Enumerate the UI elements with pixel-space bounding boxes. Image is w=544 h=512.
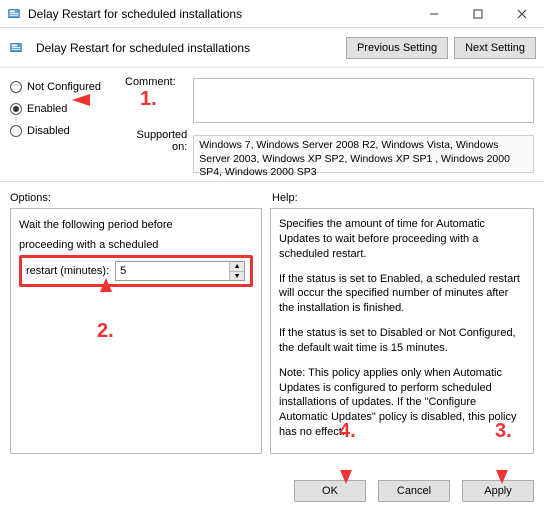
help-pane: Specifies the amount of time for Automat… — [270, 208, 534, 454]
radio-label: Disabled — [27, 125, 70, 137]
options-text: Wait the following period before — [19, 219, 253, 231]
radio-icon — [10, 103, 22, 115]
close-button[interactable] — [500, 0, 544, 27]
radio-icon — [10, 125, 22, 137]
page-title: Delay Restart for scheduled installation… — [36, 41, 340, 55]
supported-label: Supported on: — [125, 129, 193, 153]
help-pane-label: Help: — [272, 192, 534, 204]
comment-label: Comment: — [125, 76, 193, 88]
options-text: proceeding with a scheduled — [19, 239, 253, 251]
step-up-icon[interactable]: ▲ — [230, 262, 244, 271]
help-paragraph: Note: This policy applies only when Auto… — [279, 366, 525, 440]
radio-disabled[interactable]: Disabled — [10, 120, 120, 142]
radio-label: Enabled — [27, 103, 67, 115]
help-paragraph: Specifies the amount of time for Automat… — [279, 217, 525, 262]
help-paragraph: If the status is set to Enabled, a sched… — [279, 272, 525, 317]
minimize-button[interactable] — [412, 0, 456, 27]
restart-minutes-stepper[interactable]: 5 ▲ ▼ — [115, 261, 245, 281]
titlebar: Delay Restart for scheduled installation… — [0, 0, 544, 28]
maximize-button[interactable] — [456, 0, 500, 27]
supported-on-text: Windows 7, Windows Server 2008 R2, Windo… — [193, 135, 534, 173]
window-title: Delay Restart for scheduled installation… — [28, 7, 412, 21]
options-pane-label: Options: — [10, 192, 272, 204]
restart-minutes-value: 5 — [116, 265, 229, 277]
radio-icon — [10, 81, 22, 93]
policy-icon — [6, 6, 22, 22]
step-down-icon[interactable]: ▼ — [230, 271, 244, 280]
help-paragraph: If the status is set to Disabled or Not … — [279, 326, 525, 356]
options-pane: Wait the following period before proceed… — [10, 208, 262, 454]
policy-icon — [8, 40, 24, 56]
previous-setting-button[interactable]: Previous Setting — [346, 37, 448, 59]
annotation-arrow-1 — [72, 90, 138, 113]
comment-textarea[interactable] — [193, 78, 534, 123]
restart-minutes-label: restart (minutes): — [26, 265, 109, 277]
annotation-arrow-2 — [96, 278, 116, 325]
annotation-arrow-4 — [336, 440, 356, 487]
cancel-button[interactable]: Cancel — [378, 480, 450, 502]
restart-minutes-row: restart (minutes): 5 ▲ ▼ — [19, 255, 253, 287]
header-row: Delay Restart for scheduled installation… — [0, 28, 544, 68]
annotation-arrow-3 — [492, 440, 512, 487]
next-setting-button[interactable]: Next Setting — [454, 37, 536, 59]
